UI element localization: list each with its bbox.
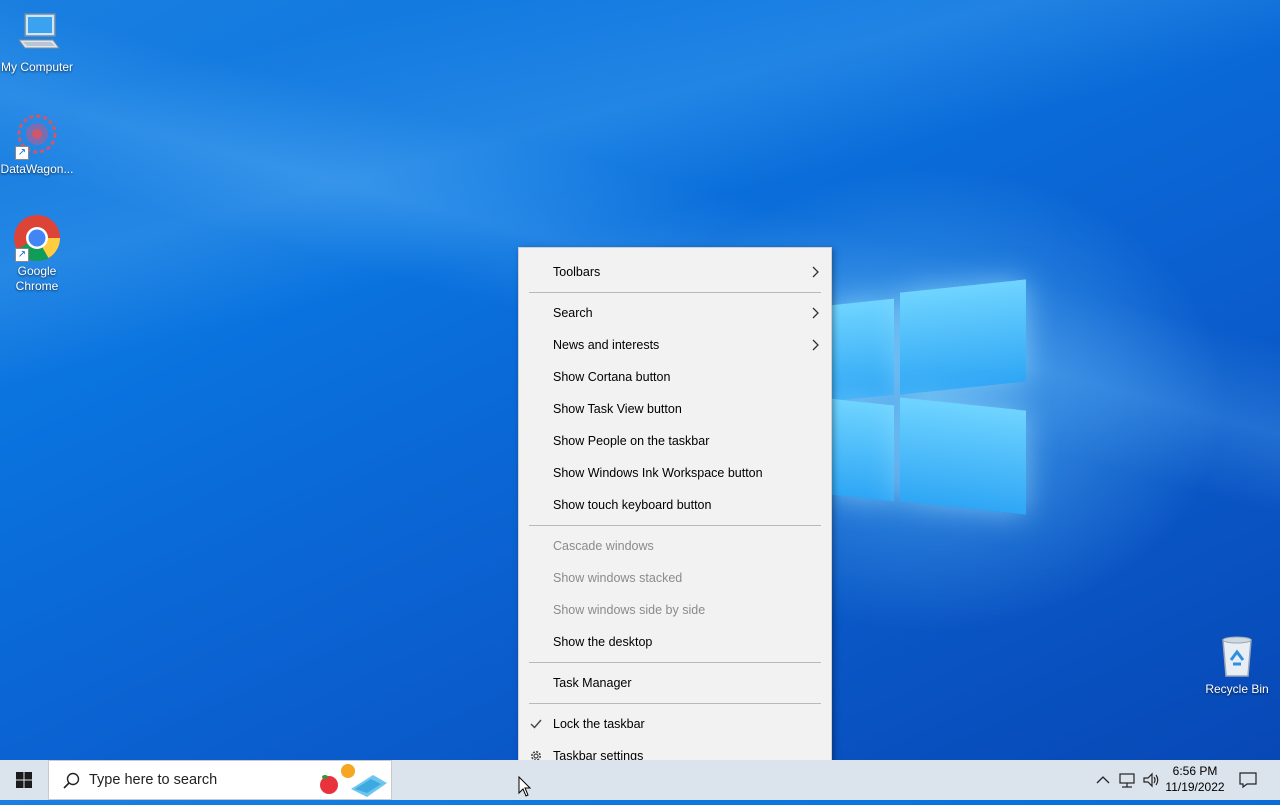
network-icon[interactable] <box>1117 770 1137 790</box>
taskbar: Type here to search 6:56 PM 11/19/2022 <box>0 760 1280 800</box>
taskbar-clock[interactable]: 6:56 PM 11/19/2022 <box>1160 763 1230 795</box>
menu-item-label: Show Task View button <box>553 402 682 416</box>
menu-item-label: Cascade windows <box>553 539 654 553</box>
menu-separator <box>529 703 821 704</box>
menu-item-show-windows-ink[interactable]: Show Windows Ink Workspace button <box>519 458 831 488</box>
menu-item-show-touch-keyboard[interactable]: Show touch keyboard button <box>519 490 831 520</box>
menu-item-label: Search <box>553 306 593 320</box>
shortcut-arrow-icon: ↗ <box>15 146 29 160</box>
menu-item-show-windows-stacked: Show windows stacked <box>519 563 831 593</box>
notification-icon[interactable] <box>1238 770 1258 790</box>
clock-time: 6:56 PM <box>1172 764 1218 778</box>
start-button[interactable] <box>0 760 48 800</box>
desktop-icon-google-chrome[interactable]: ↗ Google Chrome <box>0 214 74 294</box>
clock-date: 11/19/2022 <box>1165 780 1225 794</box>
menu-item-label: Show Cortana button <box>553 370 671 384</box>
computer-icon <box>13 10 61 58</box>
desktop-icon-label: Recycle Bin <box>1205 682 1269 696</box>
desktop-icon-label: My Computer <box>0 60 74 74</box>
desktop-icon-label: DataWagon... <box>0 162 74 176</box>
desktop-icon-datawagon[interactable]: ↗ DataWagon... <box>0 112 74 177</box>
menu-item-lock-the-taskbar[interactable]: Lock the taskbar <box>519 709 831 739</box>
taskbar-search-box[interactable]: Type here to search <box>48 760 392 800</box>
chrome-icon: ↗ <box>13 214 61 262</box>
menu-item-show-the-desktop[interactable]: Show the desktop <box>519 627 831 657</box>
menu-item-label: Task Manager <box>553 676 632 690</box>
shortcut-arrow-icon: ↗ <box>15 248 29 262</box>
menu-item-task-manager[interactable]: Task Manager <box>519 668 831 698</box>
desktop-icon-my-computer[interactable]: My Computer <box>0 10 74 75</box>
menu-item-label: Show windows side by side <box>553 603 706 617</box>
menu-item-cascade-windows: Cascade windows <box>519 531 831 561</box>
menu-item-label: Show touch keyboard button <box>553 498 712 512</box>
menu-separator <box>529 662 821 663</box>
datawagon-icon: ↗ <box>13 112 61 160</box>
menu-item-search[interactable]: Search <box>519 298 831 328</box>
volume-icon[interactable] <box>1141 770 1161 790</box>
search-placeholder: Type here to search <box>89 772 218 788</box>
menu-item-label: News and interests <box>553 338 660 352</box>
menu-item-label: Toolbars <box>553 265 601 279</box>
menu-item-news-and-interests[interactable]: News and interests <box>519 330 831 360</box>
menu-item-label: Show People on the taskbar <box>553 434 710 448</box>
menu-item-label: Lock the taskbar <box>553 717 645 731</box>
desktop-icon-label: Google Chrome <box>15 264 59 293</box>
chevron-right-icon <box>812 266 819 278</box>
search-highlight-illustration-icon <box>320 764 387 797</box>
menu-separator <box>529 292 821 293</box>
wallpaper-windows-logo <box>820 279 1030 520</box>
desktop-icon-recycle-bin[interactable]: Recycle Bin <box>1200 632 1274 697</box>
chevron-right-icon <box>812 307 819 319</box>
menu-item-toolbars[interactable]: Toolbars <box>519 257 831 287</box>
menu-item-label: Show the desktop <box>553 635 653 649</box>
menu-item-show-people[interactable]: Show People on the taskbar <box>519 426 831 456</box>
menu-item-label: Show Windows Ink Workspace button <box>553 466 763 480</box>
menu-separator <box>529 525 821 526</box>
chevron-right-icon <box>812 339 819 351</box>
checkmark-icon <box>530 719 542 729</box>
mouse-cursor-icon <box>518 776 532 797</box>
chevron-up-icon[interactable] <box>1093 770 1113 790</box>
recycle-bin-icon <box>1213 632 1261 680</box>
menu-item-show-windows-side-by-side: Show windows side by side <box>519 595 831 625</box>
search-icon <box>63 772 80 789</box>
taskbar-context-menu: Toolbars Search News and interests Show … <box>518 247 832 782</box>
menu-item-label: Show windows stacked <box>553 571 683 585</box>
menu-item-show-task-view-button[interactable]: Show Task View button <box>519 394 831 424</box>
windows-logo-icon <box>16 772 32 788</box>
menu-item-show-cortana-button[interactable]: Show Cortana button <box>519 362 831 392</box>
